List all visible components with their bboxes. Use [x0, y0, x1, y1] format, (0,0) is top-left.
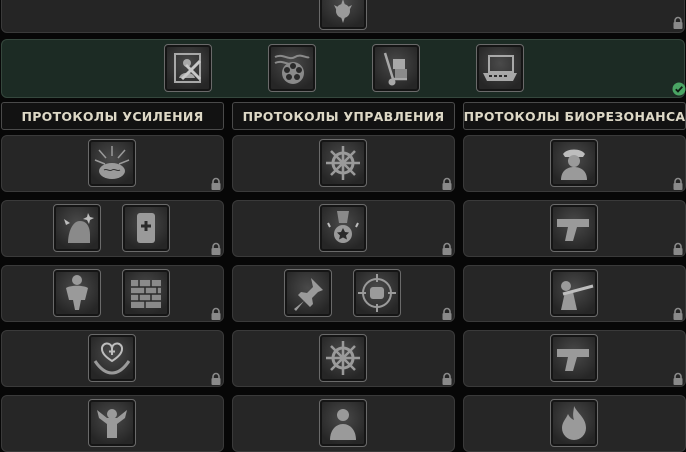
officer-portrait-icon[interactable]	[550, 139, 598, 187]
enhancement-tier-1	[1, 135, 224, 192]
hand-truck-icon[interactable]	[372, 44, 420, 92]
enhancement-tier-5	[1, 395, 224, 452]
category-header-bioresonance[interactable]: ПРОТОКОЛЫ БИОРЕЗОНАНСА	[463, 102, 686, 130]
control-tier-4	[232, 330, 455, 387]
lock-icon	[671, 242, 685, 256]
laptop-case-icon[interactable]	[476, 44, 524, 92]
category-header-enhancement[interactable]: ПРОТОКОЛЫ УСИЛЕНИЯ	[1, 102, 224, 130]
lock-icon	[671, 372, 685, 386]
pistol-icon[interactable]	[550, 334, 598, 382]
control-tier-1	[232, 135, 455, 192]
star-medal-icon[interactable]	[319, 204, 367, 252]
lock-icon	[209, 307, 223, 321]
top-locked-tier	[1, 0, 685, 33]
bioresonance-tier-5	[463, 395, 686, 452]
revolver-cylinder-icon[interactable]	[268, 44, 316, 92]
lock-icon	[209, 177, 223, 191]
leader-portrait-icon[interactable]	[319, 399, 367, 447]
lock-icon	[209, 372, 223, 386]
category-header-control[interactable]: ПРОТОКОЛЫ УПРАВЛЕНИЯ	[232, 102, 455, 130]
pistol-icon[interactable]	[550, 204, 598, 252]
strength-pose-icon[interactable]	[88, 399, 136, 447]
completed-check-icon	[672, 82, 686, 96]
push-pin-icon[interactable]	[284, 269, 332, 317]
enhancement-tier-4	[1, 330, 224, 387]
active-completed-tier	[1, 39, 685, 98]
photo-cross-icon[interactable]	[164, 44, 212, 92]
muscle-body-icon[interactable]	[53, 269, 101, 317]
bioresonance-tier-2	[463, 200, 686, 257]
spiked-burst-icon[interactable]	[319, 0, 367, 30]
ships-wheel-icon[interactable]	[319, 139, 367, 187]
heart-hands-icon[interactable]	[88, 334, 136, 382]
enhancement-tier-3	[1, 265, 224, 322]
lock-icon	[440, 242, 454, 256]
ships-wheel-icon[interactable]	[319, 334, 367, 382]
sniper-icon[interactable]	[550, 269, 598, 317]
lock-icon	[671, 16, 685, 30]
lock-icon	[209, 242, 223, 256]
control-tier-2	[232, 200, 455, 257]
fist-target-icon[interactable]	[353, 269, 401, 317]
control-tier-5	[232, 395, 455, 452]
fire-icon[interactable]	[550, 399, 598, 447]
brick-wall-icon[interactable]	[122, 269, 170, 317]
bioresonance-tier-4	[463, 330, 686, 387]
bruised-face-icon[interactable]	[53, 204, 101, 252]
category-label: ПРОТОКОЛЫ БИОРЕЗОНАНСА	[463, 108, 686, 124]
lock-icon	[671, 177, 685, 191]
bioresonance-tier-3	[463, 265, 686, 322]
category-label: ПРОТОКОЛЫ УСИЛЕНИЯ	[21, 108, 204, 124]
bandage-icon[interactable]	[122, 204, 170, 252]
bioresonance-tier-1	[463, 135, 686, 192]
brain-burst-icon[interactable]	[88, 139, 136, 187]
category-label: ПРОТОКОЛЫ УПРАВЛЕНИЯ	[242, 108, 445, 124]
control-tier-3	[232, 265, 455, 322]
lock-icon	[440, 177, 454, 191]
enhancement-tier-2	[1, 200, 224, 257]
lock-icon	[440, 307, 454, 321]
lock-icon	[671, 307, 685, 321]
lock-icon	[440, 372, 454, 386]
